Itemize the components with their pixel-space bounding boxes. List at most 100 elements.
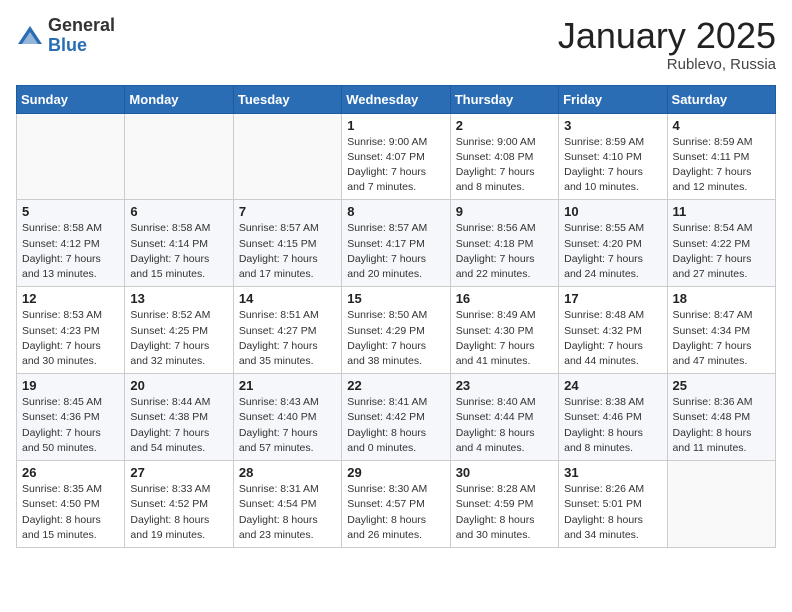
day-info: Sunrise: 8:57 AM Sunset: 4:15 PM Dayligh… xyxy=(239,221,336,282)
day-number: 12 xyxy=(22,291,119,306)
calendar-cell: 29Sunrise: 8:30 AM Sunset: 4:57 PM Dayli… xyxy=(342,461,450,548)
day-number: 16 xyxy=(456,291,553,306)
logo-general: General xyxy=(48,16,115,36)
calendar-cell: 11Sunrise: 8:54 AM Sunset: 4:22 PM Dayli… xyxy=(667,200,775,287)
calendar-cell: 17Sunrise: 8:48 AM Sunset: 4:32 PM Dayli… xyxy=(559,287,667,374)
calendar-cell: 4 Sunrise: 8:59 AM Sunset: 4:11 PM Daylig… xyxy=(667,113,775,200)
day-info: Sunrise: 8:31 AM Sunset: 4:54 PM Dayligh… xyxy=(239,482,336,543)
calendar-cell: 15 Sunrise: 8:50 AM Sunset: 4:29 PM Dayli… xyxy=(342,287,450,374)
day-info: Sunrise: 8:41 AM Sunset: 4:42 PM Dayligh… xyxy=(347,395,444,456)
day-number: 14 xyxy=(239,291,336,306)
calendar-cell: 8 Sunrise: 8:57 AM Sunset: 4:17 PM Daylig… xyxy=(342,200,450,287)
day-info: Sunrise: 8:51 AM Sunset: 4:27 PM Dayligh… xyxy=(239,308,336,369)
calendar-cell: 30 Sunrise: 8:28 AM Sunset: 4:59 PM Dayli… xyxy=(450,461,558,548)
day-info: Sunrise: 8:43 AM Sunset: 4:40 PM Dayligh… xyxy=(239,395,336,456)
day-info: Sunrise: 9:00 AM Sunset: 4:07 PM Dayligh… xyxy=(347,135,444,196)
day-number: 1 xyxy=(347,118,444,133)
day-number: 4 xyxy=(673,118,770,133)
calendar-cell: 28 Sunrise: 8:31 AM Sunset: 4:54 PM Dayli… xyxy=(233,461,341,548)
weekday-header: Thursday xyxy=(450,85,558,113)
day-info: Sunrise: 8:47 AM Sunset: 4:34 PM Dayligh… xyxy=(673,308,770,369)
day-number: 21 xyxy=(239,378,336,393)
calendar-cell: 18 Sunrise: 8:47 AM Sunset: 4:34 PM Dayli… xyxy=(667,287,775,374)
day-info: Sunrise: 8:30 AM Sunset: 4:57 PM Dayligh… xyxy=(347,482,444,543)
day-number: 26 xyxy=(22,465,119,480)
day-number: 27 xyxy=(130,465,227,480)
calendar-cell: 25 Sunrise: 8:36 AM Sunset: 4:48 PM Dayli… xyxy=(667,374,775,461)
day-info: Sunrise: 8:36 AM Sunset: 4:48 PM Dayligh… xyxy=(673,395,770,456)
calendar-cell: 24Sunrise: 8:38 AM Sunset: 4:46 PM Dayli… xyxy=(559,374,667,461)
day-number: 18 xyxy=(673,291,770,306)
location: Rublevo, Russia xyxy=(558,56,776,73)
day-info: Sunrise: 8:40 AM Sunset: 4:44 PM Dayligh… xyxy=(456,395,553,456)
weekday-header: Tuesday xyxy=(233,85,341,113)
calendar-cell: 20 Sunrise: 8:44 AM Sunset: 4:38 PM Dayli… xyxy=(125,374,233,461)
day-info: Sunrise: 8:56 AM Sunset: 4:18 PM Dayligh… xyxy=(456,221,553,282)
weekday-header: Friday xyxy=(559,85,667,113)
logo-blue: Blue xyxy=(48,36,115,56)
day-number: 25 xyxy=(673,378,770,393)
day-number: 11 xyxy=(673,204,770,219)
day-info: Sunrise: 8:58 AM Sunset: 4:14 PM Dayligh… xyxy=(130,221,227,282)
day-number: 2 xyxy=(456,118,553,133)
calendar-cell: 9Sunrise: 8:56 AM Sunset: 4:18 PM Daylig… xyxy=(450,200,558,287)
day-info: Sunrise: 8:45 AM Sunset: 4:36 PM Dayligh… xyxy=(22,395,119,456)
calendar-cell: 22Sunrise: 8:41 AM Sunset: 4:42 PM Dayli… xyxy=(342,374,450,461)
day-info: Sunrise: 8:57 AM Sunset: 4:17 PM Dayligh… xyxy=(347,221,444,282)
calendar-cell xyxy=(667,461,775,548)
page-header: General Blue January 2025 Rublevo, Russi… xyxy=(16,16,776,73)
calendar-cell xyxy=(233,113,341,200)
calendar-cell: 16 Sunrise: 8:49 AM Sunset: 4:30 PM Dayli… xyxy=(450,287,558,374)
day-number: 7 xyxy=(239,204,336,219)
day-info: Sunrise: 8:35 AM Sunset: 4:50 PM Dayligh… xyxy=(22,482,119,543)
day-number: 28 xyxy=(239,465,336,480)
calendar-cell: 3Sunrise: 8:59 AM Sunset: 4:10 PM Daylig… xyxy=(559,113,667,200)
day-number: 23 xyxy=(456,378,553,393)
calendar-cell: 26 Sunrise: 8:35 AM Sunset: 4:50 PM Dayli… xyxy=(17,461,125,548)
day-info: Sunrise: 9:00 AM Sunset: 4:08 PM Dayligh… xyxy=(456,135,553,196)
day-info: Sunrise: 8:58 AM Sunset: 4:12 PM Dayligh… xyxy=(22,221,119,282)
weekday-header-row: SundayMondayTuesdayWednesdayThursdayFrid… xyxy=(17,85,776,113)
day-info: Sunrise: 8:50 AM Sunset: 4:29 PM Dayligh… xyxy=(347,308,444,369)
calendar-cell: 6 Sunrise: 8:58 AM Sunset: 4:14 PM Daylig… xyxy=(125,200,233,287)
weekday-header: Wednesday xyxy=(342,85,450,113)
day-number: 31 xyxy=(564,465,661,480)
calendar-week-row: 12Sunrise: 8:53 AM Sunset: 4:23 PM Dayli… xyxy=(17,287,776,374)
calendar-cell: 2 Sunrise: 9:00 AM Sunset: 4:08 PM Daylig… xyxy=(450,113,558,200)
day-info: Sunrise: 8:55 AM Sunset: 4:20 PM Dayligh… xyxy=(564,221,661,282)
calendar-cell: 1 Sunrise: 9:00 AM Sunset: 4:07 PM Daylig… xyxy=(342,113,450,200)
calendar-week-row: 26 Sunrise: 8:35 AM Sunset: 4:50 PM Dayli… xyxy=(17,461,776,548)
calendar-cell: 10 Sunrise: 8:55 AM Sunset: 4:20 PM Dayli… xyxy=(559,200,667,287)
logo: General Blue xyxy=(16,16,115,56)
calendar-week-row: 1 Sunrise: 9:00 AM Sunset: 4:07 PM Daylig… xyxy=(17,113,776,200)
weekday-header: Monday xyxy=(125,85,233,113)
day-info: Sunrise: 8:28 AM Sunset: 4:59 PM Dayligh… xyxy=(456,482,553,543)
weekday-header: Saturday xyxy=(667,85,775,113)
calendar-cell xyxy=(125,113,233,200)
calendar-cell: 31Sunrise: 8:26 AM Sunset: 5:01 PM Dayli… xyxy=(559,461,667,548)
day-info: Sunrise: 8:59 AM Sunset: 4:11 PM Dayligh… xyxy=(673,135,770,196)
day-info: Sunrise: 8:44 AM Sunset: 4:38 PM Dayligh… xyxy=(130,395,227,456)
day-info: Sunrise: 8:48 AM Sunset: 4:32 PM Dayligh… xyxy=(564,308,661,369)
calendar-cell: 21 Sunrise: 8:43 AM Sunset: 4:40 PM Dayli… xyxy=(233,374,341,461)
day-number: 30 xyxy=(456,465,553,480)
title-block: January 2025 Rublevo, Russia xyxy=(558,16,776,73)
calendar-cell: 7 Sunrise: 8:57 AM Sunset: 4:15 PM Daylig… xyxy=(233,200,341,287)
day-info: Sunrise: 8:33 AM Sunset: 4:52 PM Dayligh… xyxy=(130,482,227,543)
day-number: 19 xyxy=(22,378,119,393)
day-number: 10 xyxy=(564,204,661,219)
logo-icon xyxy=(16,22,44,50)
day-number: 6 xyxy=(130,204,227,219)
day-number: 15 xyxy=(347,291,444,306)
day-info: Sunrise: 8:49 AM Sunset: 4:30 PM Dayligh… xyxy=(456,308,553,369)
day-number: 5 xyxy=(22,204,119,219)
calendar-week-row: 5 Sunrise: 8:58 AM Sunset: 4:12 PM Daylig… xyxy=(17,200,776,287)
calendar-cell: 12Sunrise: 8:53 AM Sunset: 4:23 PM Dayli… xyxy=(17,287,125,374)
calendar-cell: 19 Sunrise: 8:45 AM Sunset: 4:36 PM Dayli… xyxy=(17,374,125,461)
calendar-cell: 5 Sunrise: 8:58 AM Sunset: 4:12 PM Daylig… xyxy=(17,200,125,287)
day-number: 20 xyxy=(130,378,227,393)
month-title: January 2025 xyxy=(558,16,776,56)
day-number: 13 xyxy=(130,291,227,306)
day-number: 8 xyxy=(347,204,444,219)
calendar-cell: 23 Sunrise: 8:40 AM Sunset: 4:44 PM Dayli… xyxy=(450,374,558,461)
